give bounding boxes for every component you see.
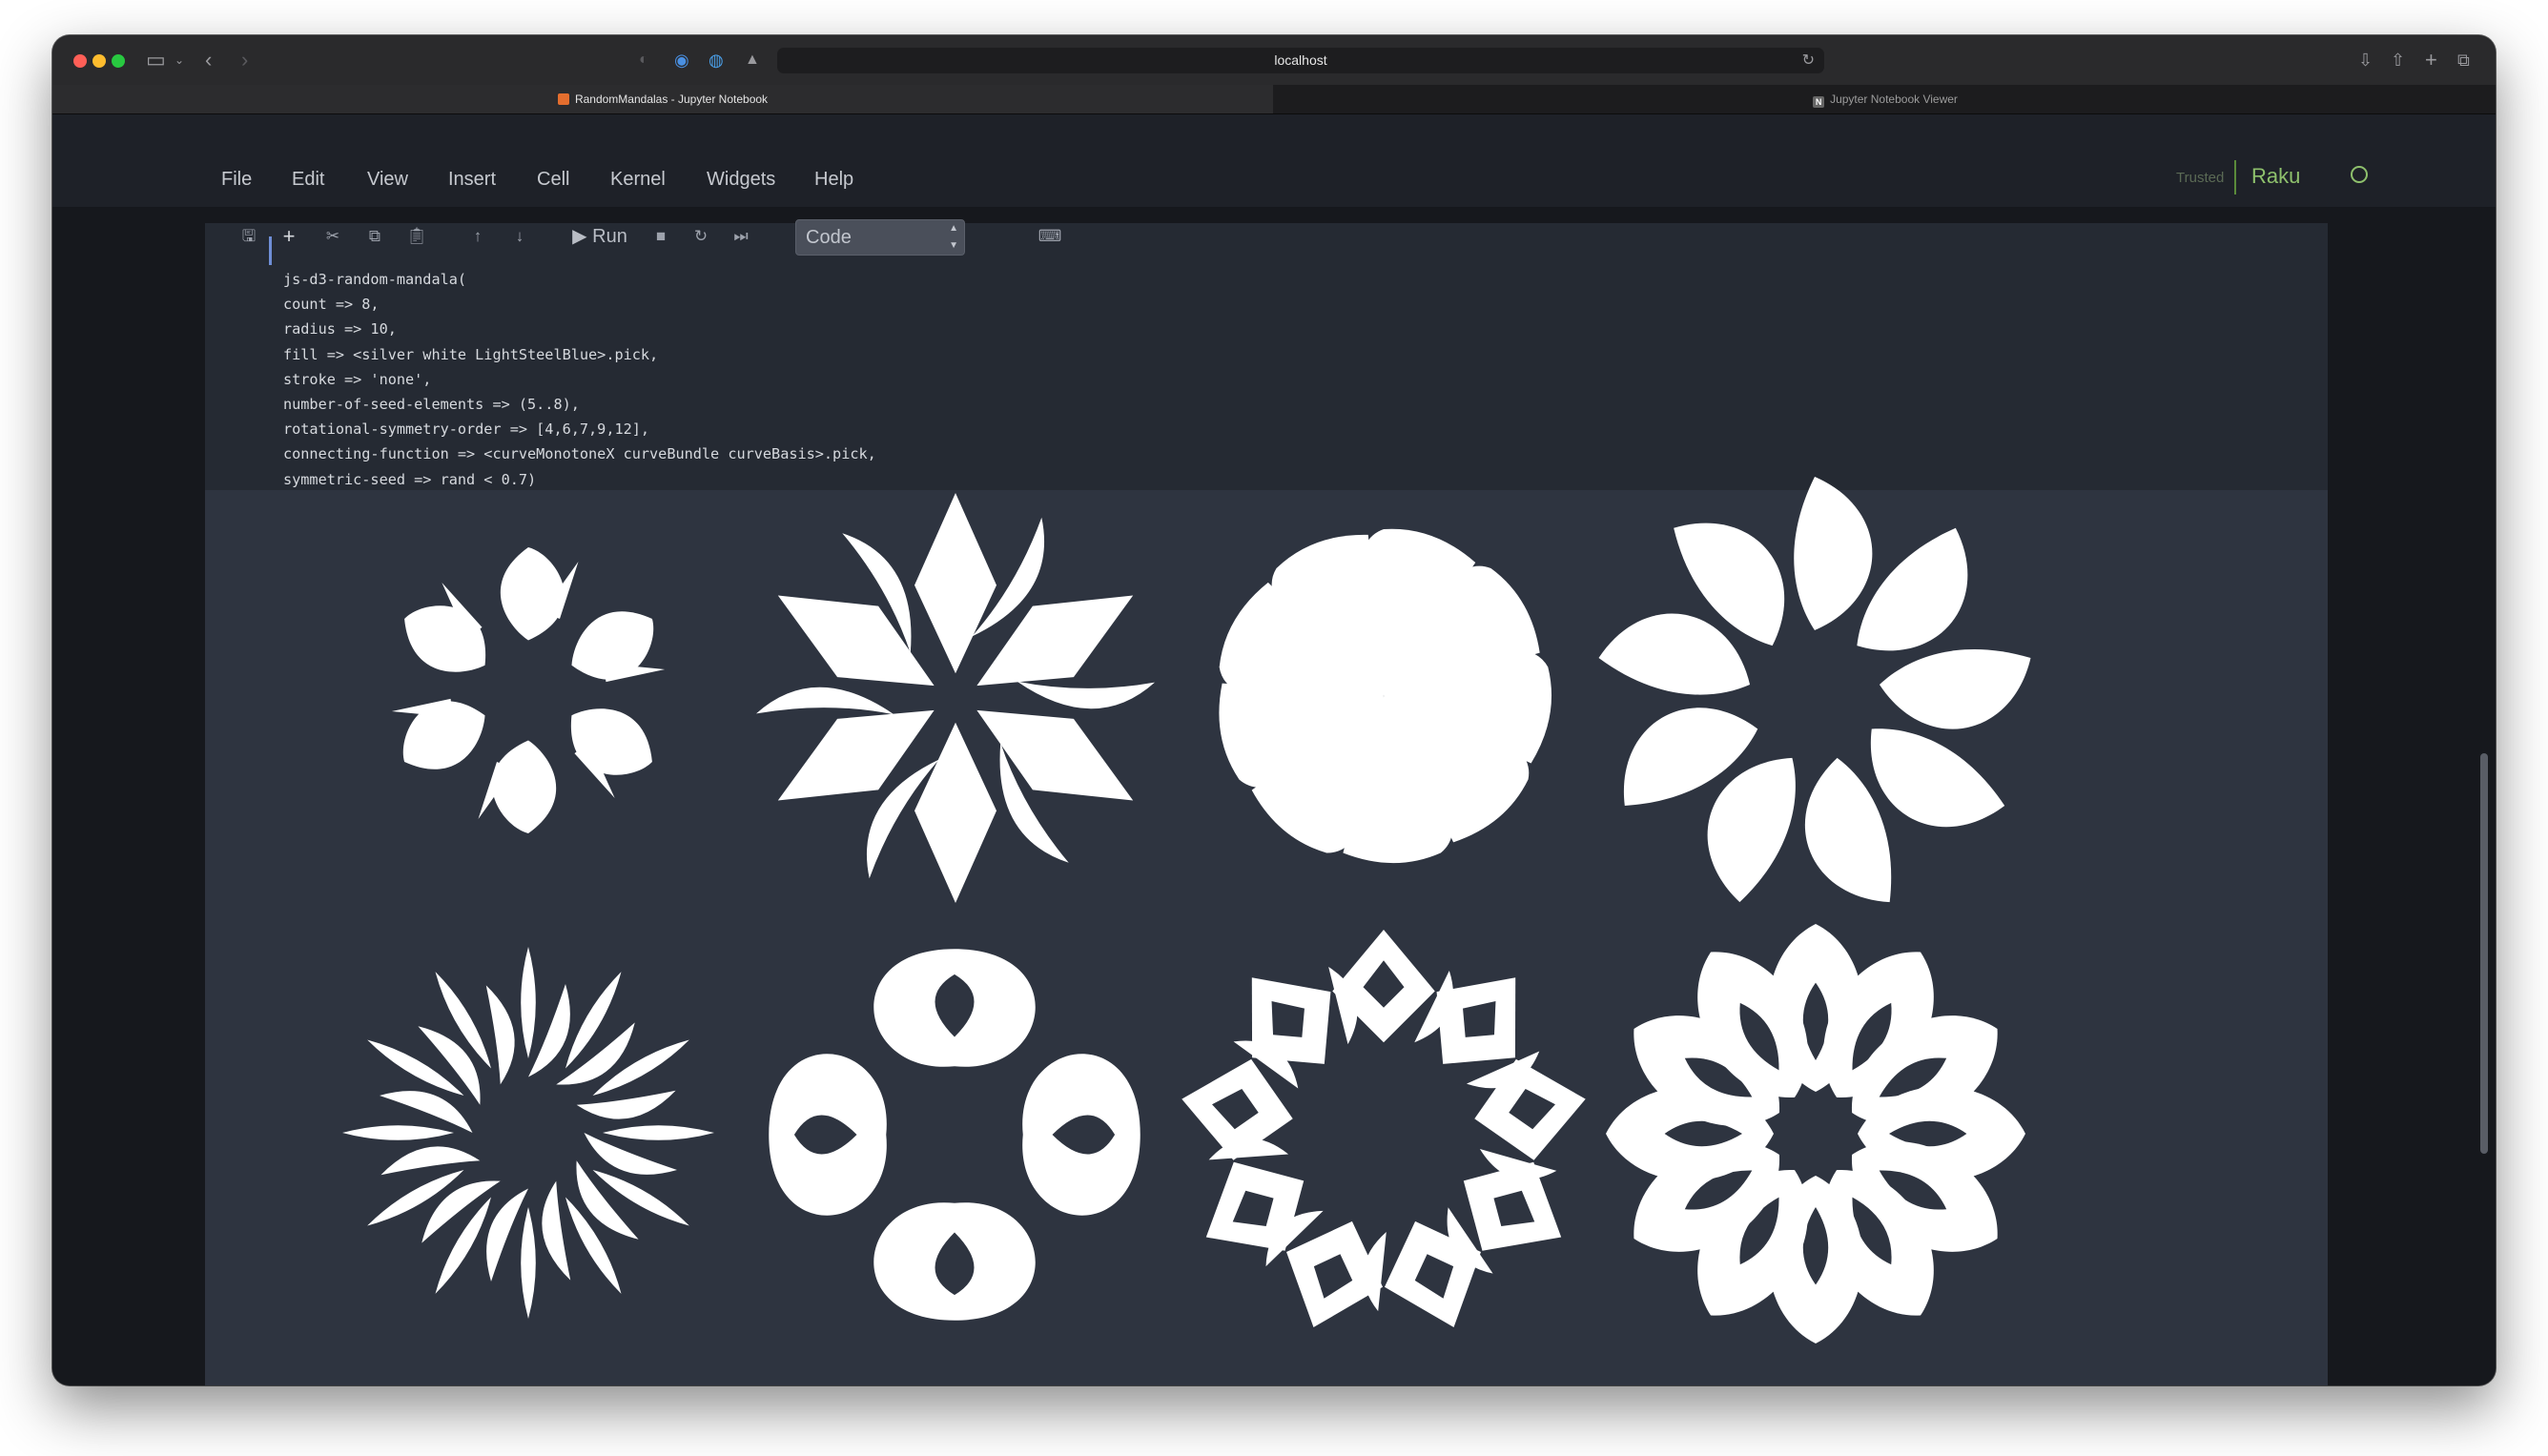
- paste-icon[interactable]: 📋︎: [401, 221, 432, 252]
- sidebar-icon[interactable]: ▭: [146, 47, 166, 73]
- mandala-5: [342, 947, 714, 1319]
- menu-help[interactable]: Help: [814, 169, 853, 191]
- extension-icon[interactable]: ◉: [674, 47, 689, 73]
- back-icon[interactable]: ‹: [205, 47, 212, 73]
- arrow-down-icon[interactable]: ↓: [504, 221, 535, 252]
- download-icon[interactable]: ⇩: [2358, 47, 2373, 73]
- restart-icon[interactable]: ↻: [686, 221, 716, 252]
- minimize-window-button[interactable]: [92, 54, 106, 68]
- code-line: symmetric-seed => rand < 0.7): [283, 470, 537, 488]
- mandala-6: [769, 949, 1140, 1321]
- code-line: radius => 10,: [283, 320, 397, 338]
- tab-random-mandalas[interactable]: RandomMandalas - Jupyter Notebook: [52, 85, 1273, 113]
- code-editor[interactable]: js-d3-random-mandala( count => 8, radius =…: [283, 267, 876, 492]
- save-icon[interactable]: 🖫: [234, 221, 264, 252]
- code-line: number-of-seed-elements => (5..8),: [283, 396, 580, 414]
- cell-input[interactable]: js-d3-random-mandala( count => 8, radius =…: [205, 223, 2328, 490]
- trusted-indicator[interactable]: Trusted: [2176, 170, 2224, 186]
- mandala-3: [1219, 528, 1552, 863]
- plus-icon[interactable]: +: [274, 221, 304, 252]
- menu-file[interactable]: File: [221, 169, 252, 191]
- close-window-button[interactable]: [73, 54, 87, 68]
- zoom-window-button[interactable]: [112, 54, 125, 68]
- browser-window: ▭ ⌄ ‹ › ◐ ◉ ◍ ▲ localhost ↻ ⇩ ⇧ + ⧉ Rand…: [52, 35, 2496, 1385]
- menu-view[interactable]: View: [367, 169, 408, 191]
- url-text: localhost: [1274, 52, 1327, 68]
- jupyter-favicon-icon: [557, 93, 569, 105]
- extension-2-icon[interactable]: ◍: [709, 47, 724, 73]
- nbviewer-favicon-icon: N: [1813, 96, 1825, 108]
- code-line: count => 8,: [283, 296, 380, 314]
- code-line: rotational-symmetry-order => [4,6,7,9,12…: [283, 420, 650, 439]
- tab-label: RandomMandalas - Jupyter Notebook: [574, 92, 769, 106]
- scrollbar[interactable]: [2480, 753, 2488, 1154]
- chevron-down-icon[interactable]: ⌄: [175, 47, 184, 73]
- menu-widgets[interactable]: Widgets: [707, 169, 775, 191]
- mandala-7: [1182, 930, 1586, 1328]
- shield-icon[interactable]: ◐: [639, 47, 648, 73]
- jupyter-header: File Edit View Insert Cell Kernel Widget…: [52, 114, 2496, 208]
- keyboard-icon[interactable]: ⌨: [1035, 221, 1065, 252]
- fast-forward-icon[interactable]: ⏭︎: [726, 221, 756, 252]
- kernel-divider: [2234, 160, 2236, 195]
- menu-cell[interactable]: Cell: [537, 169, 569, 191]
- mandala-8: [1606, 924, 2025, 1343]
- browser-titlebar: ▭ ⌄ ‹ › ◐ ◉ ◍ ▲ localhost ↻ ⇩ ⇧ + ⧉: [52, 35, 2496, 86]
- menu-kernel[interactable]: Kernel: [610, 169, 666, 191]
- address-bar[interactable]: localhost ↻: [777, 48, 1824, 73]
- tab-notebook-viewer[interactable]: N Jupyter Notebook Viewer: [1275, 85, 2496, 113]
- mandala-4: [1598, 477, 2031, 903]
- forward-icon[interactable]: ›: [241, 47, 248, 73]
- arrow-up-icon[interactable]: ↑: [462, 221, 493, 252]
- kernel-status-icon: [2351, 166, 2368, 183]
- reload-icon[interactable]: ↻: [1802, 48, 1815, 73]
- mandala-1: [391, 547, 666, 833]
- tab-overview-icon[interactable]: ⧉: [2457, 47, 2470, 73]
- code-line: connecting-function => <curveMonotoneX c…: [283, 445, 876, 463]
- new-tab-icon[interactable]: +: [2425, 47, 2437, 73]
- menu-edit[interactable]: Edit: [292, 169, 324, 191]
- tab-bar: RandomMandalas - Jupyter Notebook N Jupyt…: [52, 85, 2496, 114]
- code-line: stroke => 'none',: [283, 370, 432, 388]
- copy-icon[interactable]: ⧉: [360, 221, 390, 252]
- menu-insert[interactable]: Insert: [448, 169, 496, 191]
- run-label: Run: [592, 226, 627, 247]
- share-icon[interactable]: ⇧: [2391, 47, 2405, 73]
- run-icon: ▶: [572, 226, 587, 247]
- code-line: js-d3-random-mandala(: [283, 271, 467, 288]
- stop-icon[interactable]: ■: [646, 221, 676, 252]
- code-line: fill => <silver white LightSteelBlue>.pi…: [283, 345, 659, 363]
- mandala-2: [755, 493, 1156, 903]
- run-button[interactable]: ▶ Run: [562, 221, 638, 252]
- bell-icon[interactable]: ▲: [745, 47, 760, 73]
- kernel-name[interactable]: Raku: [2251, 164, 2300, 189]
- cell-type-value: Code: [806, 227, 852, 248]
- cut-icon[interactable]: ✂: [318, 221, 348, 252]
- cell-type-select[interactable]: Code ▲ ▼: [795, 219, 965, 256]
- notebook-toolbar: 🖫 + ✂ ⧉ 📋︎ ↑ ↓ ▶ Run ■ ↻ ⏭︎ Code ▲ ▼ ⌨: [224, 217, 1080, 256]
- tab-label: Jupyter Notebook Viewer: [1830, 92, 1958, 106]
- select-arrows-icon: ▲ ▼: [949, 223, 958, 251]
